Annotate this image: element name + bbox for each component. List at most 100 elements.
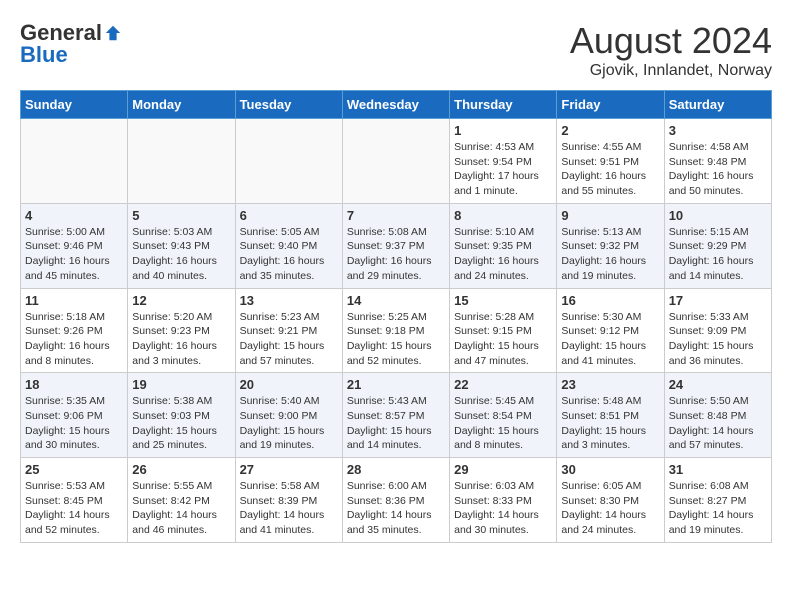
calendar-cell: 31Sunrise: 6:08 AM Sunset: 8:27 PM Dayli… — [664, 458, 771, 543]
day-info: Sunrise: 5:33 AM Sunset: 9:09 PM Dayligh… — [669, 310, 767, 369]
day-info: Sunrise: 5:45 AM Sunset: 8:54 PM Dayligh… — [454, 394, 552, 453]
calendar-cell: 6 Sunrise: 5:05 AM Sunset: 9:40 PM Daylig… — [235, 203, 342, 288]
day-number: 17 — [669, 293, 767, 308]
day-number: 22 — [454, 377, 552, 392]
calendar-cell: 28Sunrise: 6:00 AM Sunset: 8:36 PM Dayli… — [342, 458, 449, 543]
calendar-cell: 3 Sunrise: 4:58 AM Sunset: 9:48 PM Daylig… — [664, 119, 771, 204]
day-info: Sunrise: 5:53 AM Sunset: 8:45 PM Dayligh… — [25, 479, 123, 538]
calendar-week-row: 1 Sunrise: 4:53 AM Sunset: 9:54 PM Daylig… — [21, 119, 772, 204]
day-number: 20 — [240, 377, 338, 392]
calendar-cell: 11 Sunrise: 5:18 AM Sunset: 9:26 PM Dayli… — [21, 288, 128, 373]
day-number: 13 — [240, 293, 338, 308]
calendar-week-row: 11 Sunrise: 5:18 AM Sunset: 9:26 PM Dayli… — [21, 288, 772, 373]
calendar-cell: 1 Sunrise: 4:53 AM Sunset: 9:54 PM Daylig… — [450, 119, 557, 204]
day-info: Sunrise: 5:28 AM Sunset: 9:15 PM Dayligh… — [454, 310, 552, 369]
logo: General Blue — [20, 20, 122, 68]
calendar-cell: 4 Sunrise: 5:00 AM Sunset: 9:46 PM Daylig… — [21, 203, 128, 288]
calendar-cell — [235, 119, 342, 204]
day-number: 6 — [240, 208, 338, 223]
calendar-week-row: 25 Sunrise: 5:53 AM Sunset: 8:45 PM Dayli… — [21, 458, 772, 543]
calendar-week-row: 18 Sunrise: 5:35 AM Sunset: 9:06 PM Dayli… — [21, 373, 772, 458]
calendar-cell: 19 Sunrise: 5:38 AM Sunset: 9:03 PM Dayli… — [128, 373, 235, 458]
day-info: Sunrise: 5:55 AM Sunset: 8:42 PM Dayligh… — [132, 479, 230, 538]
day-of-week-header: Saturday — [664, 91, 771, 119]
day-number: 21 — [347, 377, 445, 392]
day-number: 4 — [25, 208, 123, 223]
day-info: Sunrise: 5:10 AM Sunset: 9:35 PM Dayligh… — [454, 225, 552, 284]
calendar-cell — [128, 119, 235, 204]
calendar-cell: 18 Sunrise: 5:35 AM Sunset: 9:06 PM Dayli… — [21, 373, 128, 458]
day-info: Sunrise: 4:53 AM Sunset: 9:54 PM Dayligh… — [454, 140, 552, 199]
month-title: August 2024 — [570, 20, 772, 62]
day-info: Sunrise: 5:30 AM Sunset: 9:12 PM Dayligh… — [561, 310, 659, 369]
day-number: 12 — [132, 293, 230, 308]
calendar-cell: 2Sunrise: 4:55 AM Sunset: 9:51 PM Daylig… — [557, 119, 664, 204]
day-info: Sunrise: 5:15 AM Sunset: 9:29 PM Dayligh… — [669, 225, 767, 284]
day-info: Sunrise: 5:50 AM Sunset: 8:48 PM Dayligh… — [669, 394, 767, 453]
location: Gjovik, Innlandet, Norway — [570, 62, 772, 80]
day-info: Sunrise: 5:35 AM Sunset: 9:06 PM Dayligh… — [25, 394, 123, 453]
title-block: August 2024 Gjovik, Innlandet, Norway — [570, 20, 772, 80]
day-number: 10 — [669, 208, 767, 223]
day-info: Sunrise: 5:25 AM Sunset: 9:18 PM Dayligh… — [347, 310, 445, 369]
calendar-cell: 13 Sunrise: 5:23 AM Sunset: 9:21 PM Dayli… — [235, 288, 342, 373]
day-number: 14 — [347, 293, 445, 308]
calendar-table: SundayMondayTuesdayWednesdayThursdayFrid… — [20, 90, 772, 543]
day-number: 1 — [454, 123, 552, 138]
day-of-week-header: Sunday — [21, 91, 128, 119]
day-info: Sunrise: 5:38 AM Sunset: 9:03 PM Dayligh… — [132, 394, 230, 453]
day-info: Sunrise: 5:03 AM Sunset: 9:43 PM Dayligh… — [132, 225, 230, 284]
page-header: General Blue August 2024 Gjovik, Innland… — [20, 20, 772, 80]
day-number: 29 — [454, 462, 552, 477]
calendar-cell: 17 Sunrise: 5:33 AM Sunset: 9:09 PM Dayli… — [664, 288, 771, 373]
day-number: 19 — [132, 377, 230, 392]
day-info: Sunrise: 5:20 AM Sunset: 9:23 PM Dayligh… — [132, 310, 230, 369]
day-of-week-header: Thursday — [450, 91, 557, 119]
day-number: 30 — [561, 462, 659, 477]
day-info: Sunrise: 6:00 AM Sunset: 8:36 PM Dayligh… — [347, 479, 445, 538]
day-info: Sunrise: 5:00 AM Sunset: 9:46 PM Dayligh… — [25, 225, 123, 284]
day-info: Sunrise: 6:05 AM Sunset: 8:30 PM Dayligh… — [561, 479, 659, 538]
day-number: 27 — [240, 462, 338, 477]
calendar-cell: 20Sunrise: 5:40 AM Sunset: 9:00 PM Dayli… — [235, 373, 342, 458]
day-info: Sunrise: 5:48 AM Sunset: 8:51 PM Dayligh… — [561, 394, 659, 453]
calendar-cell: 10 Sunrise: 5:15 AM Sunset: 9:29 PM Dayli… — [664, 203, 771, 288]
calendar-cell: 26Sunrise: 5:55 AM Sunset: 8:42 PM Dayli… — [128, 458, 235, 543]
calendar-cell: 25 Sunrise: 5:53 AM Sunset: 8:45 PM Dayli… — [21, 458, 128, 543]
calendar-cell: 5 Sunrise: 5:03 AM Sunset: 9:43 PM Daylig… — [128, 203, 235, 288]
day-info: Sunrise: 5:23 AM Sunset: 9:21 PM Dayligh… — [240, 310, 338, 369]
calendar-cell: 30 Sunrise: 6:05 AM Sunset: 8:30 PM Dayli… — [557, 458, 664, 543]
calendar-cell: 9 Sunrise: 5:13 AM Sunset: 9:32 PM Daylig… — [557, 203, 664, 288]
day-info: Sunrise: 5:08 AM Sunset: 9:37 PM Dayligh… — [347, 225, 445, 284]
day-number: 25 — [25, 462, 123, 477]
calendar-cell: 8 Sunrise: 5:10 AM Sunset: 9:35 PM Daylig… — [450, 203, 557, 288]
day-of-week-header: Monday — [128, 91, 235, 119]
day-number: 9 — [561, 208, 659, 223]
day-info: Sunrise: 5:13 AM Sunset: 9:32 PM Dayligh… — [561, 225, 659, 284]
calendar-cell: 29Sunrise: 6:03 AM Sunset: 8:33 PM Dayli… — [450, 458, 557, 543]
calendar-cell: 15Sunrise: 5:28 AM Sunset: 9:15 PM Dayli… — [450, 288, 557, 373]
day-number: 5 — [132, 208, 230, 223]
calendar-cell: 27Sunrise: 5:58 AM Sunset: 8:39 PM Dayli… — [235, 458, 342, 543]
day-info: Sunrise: 5:05 AM Sunset: 9:40 PM Dayligh… — [240, 225, 338, 284]
day-number: 11 — [25, 293, 123, 308]
day-number: 23 — [561, 377, 659, 392]
calendar-cell: 24 Sunrise: 5:50 AM Sunset: 8:48 PM Dayli… — [664, 373, 771, 458]
day-number: 16 — [561, 293, 659, 308]
calendar-cell: 16 Sunrise: 5:30 AM Sunset: 9:12 PM Dayli… — [557, 288, 664, 373]
day-number: 18 — [25, 377, 123, 392]
day-of-week-header: Wednesday — [342, 91, 449, 119]
day-number: 3 — [669, 123, 767, 138]
logo-blue: Blue — [20, 42, 68, 68]
day-of-week-header: Tuesday — [235, 91, 342, 119]
day-info: Sunrise: 4:55 AM Sunset: 9:51 PM Dayligh… — [561, 140, 659, 199]
day-number: 7 — [347, 208, 445, 223]
day-info: Sunrise: 5:18 AM Sunset: 9:26 PM Dayligh… — [25, 310, 123, 369]
calendar-week-row: 4 Sunrise: 5:00 AM Sunset: 9:46 PM Daylig… — [21, 203, 772, 288]
day-info: Sunrise: 4:58 AM Sunset: 9:48 PM Dayligh… — [669, 140, 767, 199]
day-number: 24 — [669, 377, 767, 392]
day-number: 31 — [669, 462, 767, 477]
calendar-cell — [342, 119, 449, 204]
day-number: 8 — [454, 208, 552, 223]
calendar-cell: 21Sunrise: 5:43 AM Sunset: 8:57 PM Dayli… — [342, 373, 449, 458]
